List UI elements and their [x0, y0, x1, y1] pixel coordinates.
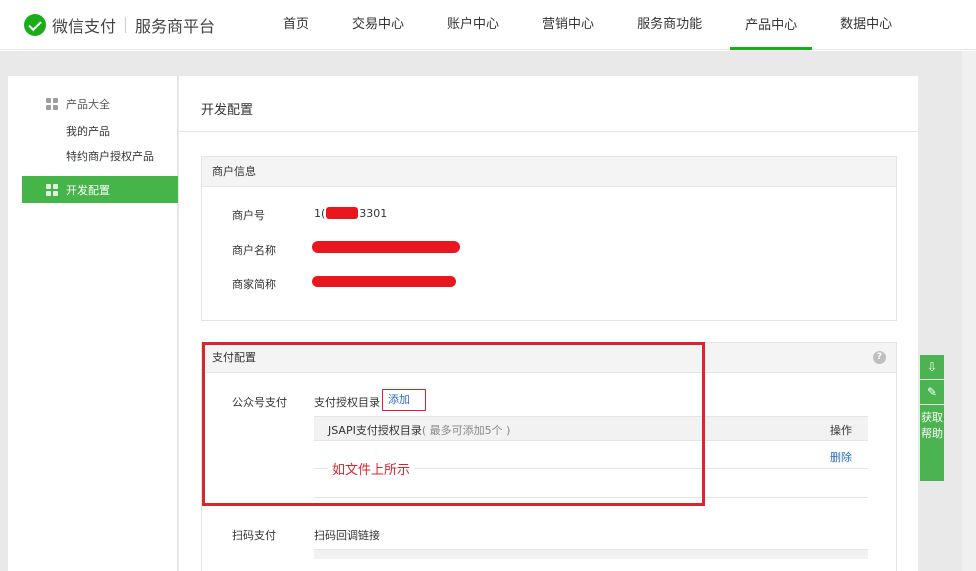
brand-separator [125, 17, 127, 33]
redaction-mark [326, 207, 359, 219]
brand-name: 微信支付 [52, 17, 117, 36]
title-divider [179, 131, 918, 132]
sidebar-group-products[interactable]: 产品大全 [46, 96, 110, 112]
floating-toolbar: ⇩ ✎ 获取帮助 [920, 355, 944, 481]
download-icon[interactable]: ⇩ [920, 355, 944, 379]
page-title: 开发配置 [201, 103, 254, 118]
main-nav: 首页 交易中心 账户中心 营销中心 服务商功能 产品中心 数据中心 [268, 0, 920, 50]
merchant-name-label: 商户名称 [232, 244, 276, 257]
nav-marketing[interactable]: 营销中心 [527, 0, 609, 50]
nav-home[interactable]: 首页 [268, 0, 324, 50]
scan-table-header [314, 549, 868, 559]
edit-icon[interactable]: ✎ [920, 380, 944, 404]
sidebar: 产品大全 我的产品 特约商户授权产品 开发配置 [8, 76, 178, 571]
redaction-mark [312, 276, 456, 287]
nav-products[interactable]: 产品中心 [730, 0, 813, 50]
sidebar-item-sub-merchant-products[interactable]: 特约商户授权产品 [66, 148, 154, 164]
help-icon[interactable]: ? [873, 351, 886, 364]
merchant-info-header: 商户信息 [202, 157, 896, 187]
top-navbar: 微信支付 服务商平台 首页 交易中心 账户中心 营销中心 服务商功能 产品中心 … [0, 0, 976, 50]
nav-transactions[interactable]: 交易中心 [337, 0, 419, 50]
scan-callback-label: 扫码回调链接 [314, 529, 380, 542]
platform-name: 服务商平台 [135, 17, 216, 36]
sidebar-group-label: 产品大全 [66, 98, 110, 111]
delete-link[interactable]: 删除 [830, 449, 852, 465]
redaction-mark [312, 241, 460, 253]
sidebar-item-my-products[interactable]: 我的产品 [66, 123, 110, 139]
scan-pay-label: 扫码支付 [232, 529, 276, 542]
merchant-id-value: 1(3301 [314, 207, 388, 220]
nav-data[interactable]: 数据中心 [825, 0, 907, 50]
table-header-op: 操作 [830, 424, 852, 437]
nav-account[interactable]: 账户中心 [432, 0, 514, 50]
merchant-info-card: 商户信息 商户号 1(3301 商户名称 商家简称 [201, 156, 897, 321]
merchant-id-label: 商户号 [232, 209, 265, 222]
grid-icon [46, 98, 58, 110]
merchant-short-name-label: 商家简称 [232, 278, 276, 291]
scroll-gutter [962, 51, 976, 571]
highlight-box [202, 342, 705, 506]
nav-provider-functions[interactable]: 服务商功能 [622, 0, 717, 50]
brand-logo[interactable]: 微信支付 服务商平台 [24, 12, 215, 38]
sidebar-item-label: 开发配置 [66, 183, 110, 197]
wechat-pay-icon [24, 14, 46, 36]
help-button[interactable]: 获取帮助 [920, 405, 944, 481]
grid-icon [46, 183, 58, 196]
sidebar-item-dev-config[interactable]: 开发配置 [22, 176, 178, 203]
